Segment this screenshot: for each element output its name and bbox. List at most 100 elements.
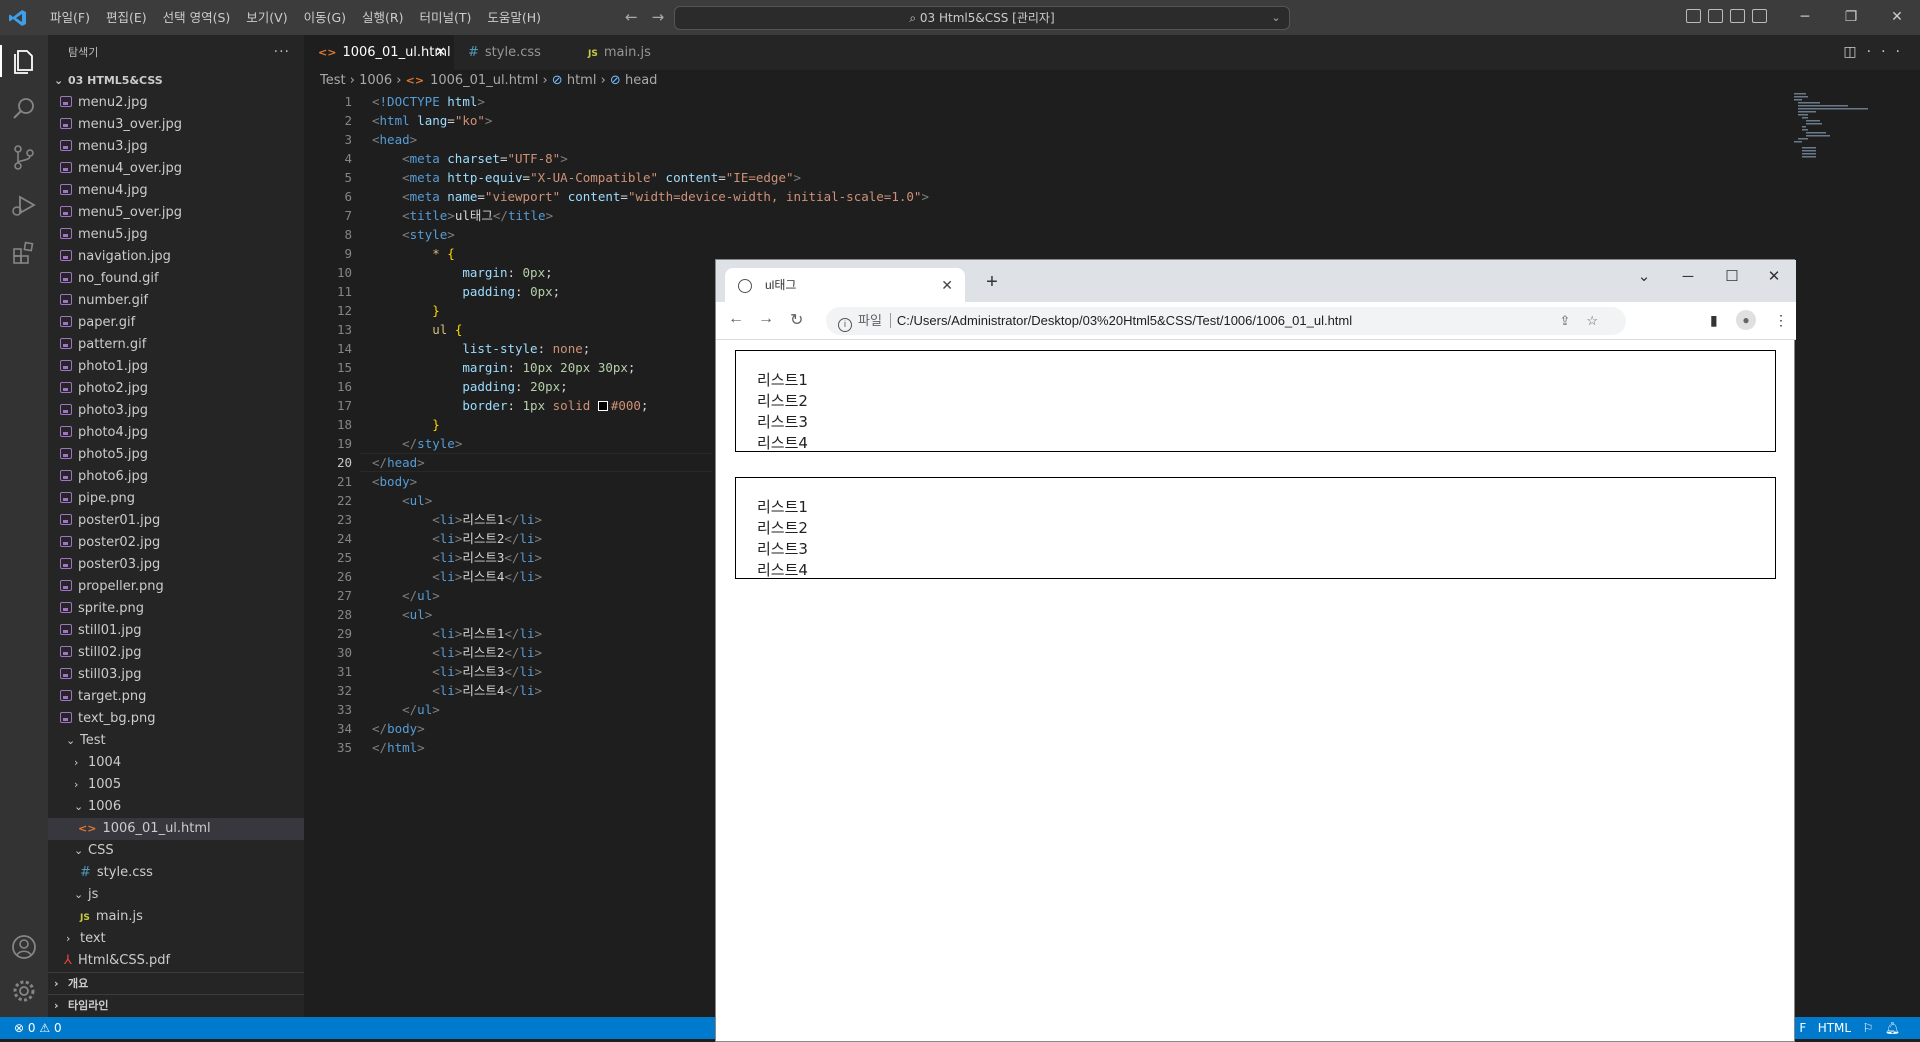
tree-file-image[interactable]: photo1.jpg (48, 356, 304, 378)
tree-file-image[interactable]: menu4.jpg (48, 180, 304, 202)
tree-file-image[interactable]: sprite.png (48, 598, 304, 620)
minimize-icon[interactable]: ─ (1666, 260, 1710, 294)
outline-section[interactable]: › 개요 (48, 972, 304, 994)
minimap[interactable] (1790, 92, 1905, 162)
breadcrumb-item[interactable]: Test (320, 73, 346, 88)
profile-avatar[interactable]: ● (1736, 310, 1756, 330)
tree-file-image[interactable]: pipe.png (48, 488, 304, 510)
explorer-icon[interactable] (8, 45, 40, 77)
extensions-icon[interactable] (8, 237, 40, 269)
tree-folder-1004[interactable]: › 1004 (48, 752, 304, 774)
back-arrow-icon[interactable]: ← (625, 8, 652, 26)
tree-file-image[interactable]: menu2.jpg (48, 92, 304, 114)
tree-file-image[interactable]: menu3_over.jpg (48, 114, 304, 136)
tab-1006-01-ul-html[interactable]: <> 1006_01_ul.html ✕ (304, 35, 454, 70)
menu-selection[interactable]: 선택 영역(S) (155, 0, 239, 35)
tree-folder-test[interactable]: ⌄ Test (48, 730, 304, 752)
run-debug-icon[interactable] (8, 189, 40, 221)
tree-file-image[interactable]: no_found.gif (48, 268, 304, 290)
menu-go[interactable]: 이동(G) (296, 0, 354, 35)
tree-folder-1006[interactable]: ⌄ 1006 (48, 796, 304, 818)
tree-file-pdf[interactable]: ⅄ Html&CSS.pdf (48, 950, 304, 972)
tab-search-icon[interactable]: ⌄ (1622, 260, 1666, 294)
tree-file-image[interactable]: photo6.jpg (48, 466, 304, 488)
chevron-down-icon[interactable]: ⌄ (1269, 7, 1283, 29)
menu-help[interactable]: 도움말(H) (479, 0, 549, 35)
workspace-root[interactable]: ⌄ 03 HTML5&CSS (48, 70, 304, 92)
share-icon[interactable]: ⇪ (1559, 313, 1586, 328)
split-editor-icon[interactable]: ◫ (1843, 44, 1866, 60)
tree-file-image[interactable]: number.gif (48, 290, 304, 312)
tree-file-style[interactable]: # style.css (48, 862, 304, 884)
menu-file[interactable]: 파일(F) (42, 0, 98, 35)
breadcrumb-item[interactable]: 1006 (359, 73, 392, 88)
bell-icon[interactable]: 🔔︎ (1885, 1021, 1900, 1035)
tree-file-main[interactable]: JS main.js (48, 906, 304, 928)
new-tab-icon[interactable]: + (978, 268, 1006, 296)
tree-file-image[interactable]: target.png (48, 686, 304, 708)
tree-file-image[interactable]: poster03.jpg (48, 554, 304, 576)
customize-layout-icon[interactable] (1752, 9, 1767, 23)
tree-file-image[interactable]: photo2.jpg (48, 378, 304, 400)
tree-file-active[interactable]: <> 1006_01_ul.html (48, 818, 304, 840)
reload-icon[interactable]: ↻ (790, 310, 803, 330)
close-icon[interactable]: ✕ (1752, 260, 1796, 294)
tree-file-image[interactable]: menu5.jpg (48, 224, 304, 246)
close-icon[interactable]: ✕ (435, 35, 446, 70)
minimize-icon[interactable]: ─ (1782, 0, 1828, 35)
tree-file-image[interactable]: still02.jpg (48, 642, 304, 664)
tab-style-css[interactable]: # style.css (454, 35, 574, 70)
language-mode[interactable]: HTML (1818, 1021, 1851, 1035)
tree-file-image[interactable]: propeller.png (48, 576, 304, 598)
feedback-icon[interactable]: ⚐ (1863, 1021, 1874, 1035)
maximize-icon[interactable]: ☐ (1710, 260, 1754, 294)
tree-file-image[interactable]: still01.jpg (48, 620, 304, 642)
close-icon[interactable]: ✕ (1874, 0, 1920, 35)
tree-file-image[interactable]: still03.jpg (48, 664, 304, 686)
tree-file-image[interactable]: photo4.jpg (48, 422, 304, 444)
tree-folder-css[interactable]: ⌄ CSS (48, 840, 304, 862)
tab-main-js[interactable]: JS main.js (574, 35, 684, 70)
menu-view[interactable]: 보기(V) (238, 0, 295, 35)
tree-file-image[interactable]: paper.gif (48, 312, 304, 334)
restore-icon[interactable]: ❐ (1828, 0, 1874, 35)
more-actions-icon[interactable]: ··· (274, 35, 290, 70)
breadcrumb-item[interactable]: html (567, 73, 597, 88)
account-icon[interactable] (8, 931, 40, 963)
back-arrow-icon[interactable]: ← (728, 310, 744, 328)
kebab-menu-icon[interactable]: ⋮ (1774, 312, 1788, 329)
tree-folder-text[interactable]: › text (48, 928, 304, 950)
source-control-icon[interactable] (8, 141, 40, 173)
timeline-section[interactable]: › 타임라인 (48, 994, 304, 1016)
tree-file-image[interactable]: text_bg.png (48, 708, 304, 730)
tree-file-image[interactable]: menu5_over.jpg (48, 202, 304, 224)
command-center[interactable]: ⌕ 03 Html5&CSS [관리자] ⌄ (674, 6, 1290, 30)
toggle-panel-icon[interactable] (1708, 9, 1723, 23)
tree-file-image[interactable]: photo3.jpg (48, 400, 304, 422)
side-panel-icon[interactable]: ▮ (1710, 312, 1718, 329)
toggle-secondary-sidebar-icon[interactable] (1730, 9, 1745, 23)
tree-file-image[interactable]: pattern.gif (48, 334, 304, 356)
tree-folder-1005[interactable]: › 1005 (48, 774, 304, 796)
problems-indicator[interactable]: ⊗ 0 ⚠ 0 (14, 1017, 62, 1039)
star-icon[interactable]: ☆ (1586, 313, 1614, 328)
tree-file-image[interactable]: menu3.jpg (48, 136, 304, 158)
tree-file-image[interactable]: menu4_over.jpg (48, 158, 304, 180)
gear-icon[interactable] (8, 975, 40, 1007)
menu-terminal[interactable]: 터미널(T) (412, 0, 480, 35)
forward-arrow-icon[interactable]: → (758, 310, 774, 328)
tree-file-image[interactable]: poster01.jpg (48, 510, 304, 532)
close-tab-icon[interactable]: ✕ (941, 268, 953, 302)
tree-file-image[interactable]: navigation.jpg (48, 246, 304, 268)
tree-file-image[interactable]: photo5.jpg (48, 444, 304, 466)
more-actions-icon[interactable]: ··· (1867, 44, 1910, 60)
tree-file-image[interactable]: poster02.jpg (48, 532, 304, 554)
tree-folder-js[interactable]: ⌄ js (48, 884, 304, 906)
menu-run[interactable]: 실행(R) (354, 0, 411, 35)
info-icon[interactable]: i (838, 318, 852, 332)
breadcrumb-item[interactable]: head (625, 73, 657, 88)
search-icon[interactable] (8, 93, 40, 125)
address-bar[interactable]: i 파일 C:/Users/Administrator/Desktop/03%20H… (826, 307, 1626, 335)
browser-tab[interactable]: ul태그 ✕ (725, 268, 965, 302)
breadcrumb-item[interactable]: 1006_01_ul.html (430, 73, 538, 88)
